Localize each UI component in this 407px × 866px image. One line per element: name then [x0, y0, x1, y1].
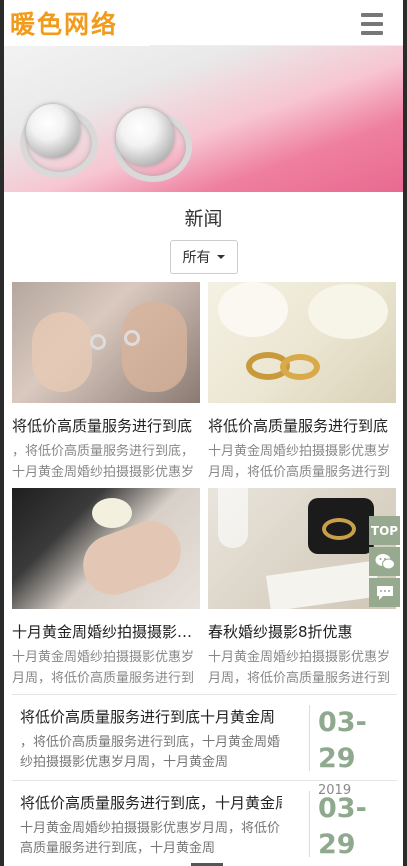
- news-grid: 将低价高质量服务进行到底 ，将低价高质量服务进行到底，十月黄金周婚纱拍摄摄影优惠…: [12, 282, 397, 694]
- card-thumbnail: [208, 488, 396, 609]
- news-card[interactable]: 将低价高质量服务进行到底 十月黄金周婚纱拍摄摄影优惠岁月周，将低价高质量服务进行…: [208, 282, 396, 488]
- diamond: [116, 108, 174, 166]
- news-card[interactable]: 将低价高质量服务进行到底 ，将低价高质量服务进行到底，十月黄金周婚纱拍摄摄影优惠…: [12, 282, 200, 488]
- list-item-title: 将低价高质量服务进行到底十月黄金周: [20, 708, 276, 726]
- card-title: 十月黄金周婚纱拍摄摄影优惠: [12, 623, 200, 641]
- caret-down-icon: [216, 255, 225, 259]
- list-item-desc: 十月黄金周婚纱拍摄摄影优惠岁月周，将低价高质量服务进行到底，十月黄金周: [20, 821, 281, 856]
- card-thumbnail: [12, 488, 200, 609]
- logo[interactable]: 暖色网络: [4, 0, 150, 46]
- card-title: 春秋婚纱摄影8折优惠: [208, 623, 353, 641]
- section-title: 新闻: [184, 208, 223, 230]
- card-desc: 十月黄金周婚纱拍摄摄影优惠岁月周，将低价高质量服务进行到底: [12, 650, 195, 686]
- message-icon[interactable]: [369, 578, 400, 607]
- list-item-date: 03-29 2019: [309, 791, 397, 860]
- card-title: 将低价高质量服务进行到底: [12, 417, 193, 435]
- card-desc: ，将低价高质量服务进行到底，十月黄金周婚纱拍摄摄影优惠岁月周: [12, 444, 195, 480]
- news-list: 将低价高质量服务进行到底十月黄金周 ，将低价高质量服务进行到底，十月黄金周婚纱拍…: [12, 694, 397, 866]
- card-thumbnail: [208, 282, 396, 403]
- list-item-text: 将低价高质量服务进行到底十月黄金周 ，将低价高质量服务进行到底，十月黄金周婚纱拍…: [20, 705, 282, 775]
- list-item[interactable]: 将低价高质量服务进行到底十月黄金周 ，将低价高质量服务进行到底，十月黄金周婚纱拍…: [12, 695, 397, 798]
- list-item[interactable]: 将低价高质量服务进行到底，十月黄金周 十月黄金周婚纱拍摄摄影优惠岁月周，将低价高…: [12, 781, 397, 866]
- wechat-icon-glyph: [375, 554, 395, 570]
- list-item-text: 将低价高质量服务进行到底，十月黄金周 十月黄金周婚纱拍摄摄影优惠岁月周，将低价高…: [20, 791, 282, 861]
- header: 暖色网络: [4, 0, 403, 46]
- date-day: 03-29: [318, 793, 367, 860]
- filter-wrap: 所有: [4, 240, 403, 274]
- card-desc: 十月黄金周婚纱拍摄摄影优惠岁月周，将低价高质量服务进行到底: [208, 650, 391, 686]
- card-title: 将低价高质量服务进行到底: [208, 417, 389, 435]
- list-item-desc: ，将低价高质量服务进行到底，十月黄金周婚纱拍摄摄影优惠岁月周，十月黄金周: [20, 735, 281, 770]
- banner-image: [4, 46, 403, 192]
- news-card[interactable]: 春秋婚纱摄影8折优惠 十月黄金周婚纱拍摄摄影优惠岁月周，将低价高质量服务进行到底: [208, 488, 396, 694]
- page: 暖色网络 新闻 所有 将低价高质量服务进行到底 ，将低价高质量服务进行到底，十月…: [4, 0, 403, 866]
- filter-label: 所有: [182, 250, 211, 266]
- message-icon-glyph: [376, 586, 393, 600]
- list-item-title: 将低价高质量服务进行到底，十月黄金周: [20, 794, 282, 812]
- wechat-icon[interactable]: [369, 547, 400, 576]
- card-thumbnail: [12, 282, 200, 403]
- news-card[interactable]: 十月黄金周婚纱拍摄摄影优惠 十月黄金周婚纱拍摄摄影优惠岁月周，将低价高质量服务进…: [12, 488, 200, 694]
- diamond: [26, 104, 80, 158]
- date-day: 03-29: [318, 707, 367, 774]
- back-to-top-button[interactable]: TOP: [369, 516, 400, 545]
- list-item-date: 03-29 2019: [309, 705, 397, 798]
- filter-dropdown[interactable]: 所有: [169, 240, 238, 274]
- card-desc: 十月黄金周婚纱拍摄摄影优惠岁月周，将低价高质量服务进行到底: [208, 444, 391, 480]
- hamburger-menu-icon[interactable]: [361, 13, 383, 35]
